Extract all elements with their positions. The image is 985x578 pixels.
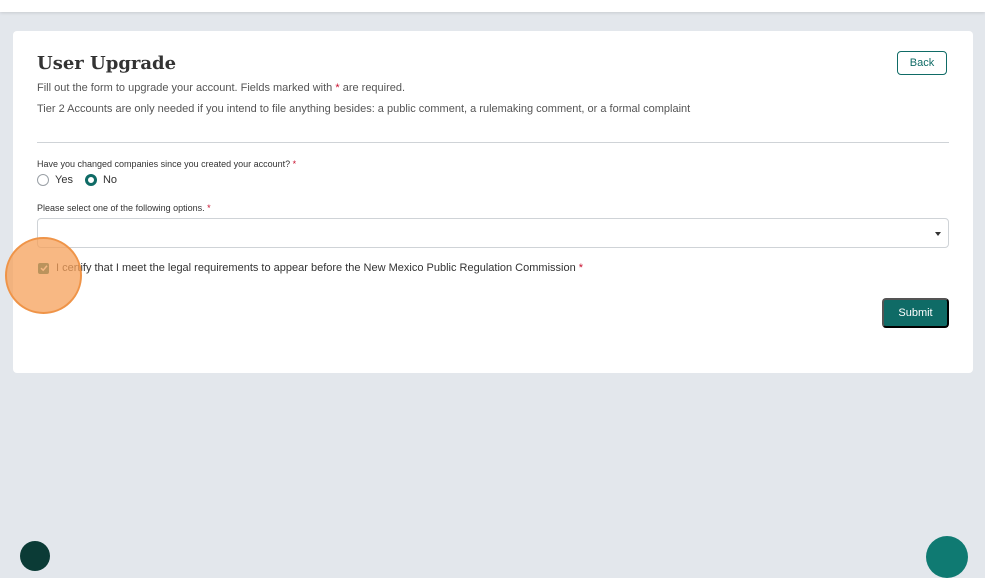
radio-no[interactable]: No (84, 174, 118, 186)
radio-yes-circle[interactable] (37, 174, 49, 186)
submit-button[interactable]: Submit (882, 298, 949, 328)
click-indicator (5, 237, 82, 314)
page-title: User Upgrade (37, 53, 177, 74)
radio-yes[interactable]: Yes (37, 174, 73, 186)
certify-row: I certify that I meet the legal requirem… (37, 262, 583, 274)
company-change-question: Have you changed companies since you cre… (37, 159, 296, 169)
required-marker: * (578, 262, 583, 274)
certify-label[interactable]: I certify that I meet the legal requirem… (56, 262, 576, 274)
radio-no-circle[interactable] (84, 174, 97, 186)
radio-yes-label: Yes (55, 174, 73, 186)
chat-fab-button[interactable] (926, 536, 968, 578)
company-change-radio-group: Yes No (37, 174, 129, 186)
user-upgrade-card: User Upgrade Back Fill out the form to u… (13, 31, 973, 373)
options-question: Please select one of the following optio… (37, 203, 211, 213)
tier-note: Tier 2 Accounts are only needed if you i… (37, 103, 691, 115)
options-select[interactable] (37, 218, 949, 248)
top-navigation-bar (0, 0, 985, 12)
options-question-text: Please select one of the following optio… (37, 203, 205, 213)
instructions-suffix: are required. (339, 82, 406, 94)
required-marker: * (292, 159, 297, 169)
instructions-prefix: Fill out the form to upgrade your accoun… (37, 82, 336, 94)
radio-no-label: No (102, 174, 118, 186)
back-button[interactable]: Back (897, 51, 947, 75)
info-icon[interactable] (20, 541, 50, 571)
caret-down-icon (935, 232, 941, 236)
company-change-question-text: Have you changed companies since you cre… (37, 159, 291, 169)
required-marker: * (207, 203, 211, 213)
section-divider (37, 142, 949, 143)
form-instructions: Fill out the form to upgrade your accoun… (37, 82, 405, 94)
